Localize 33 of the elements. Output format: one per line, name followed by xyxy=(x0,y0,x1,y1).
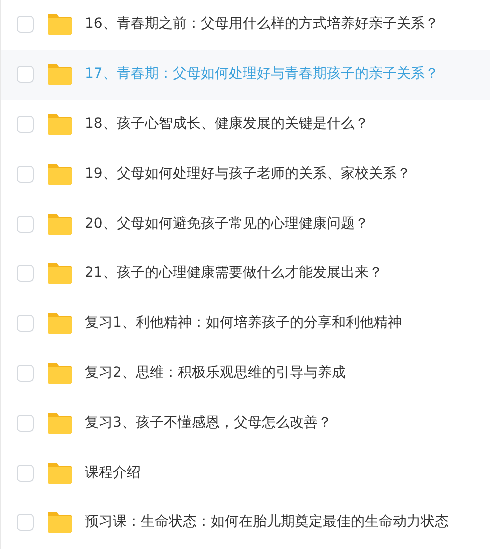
checkbox[interactable] xyxy=(17,464,34,482)
folder-name: 课程介绍 xyxy=(85,464,141,483)
folder-name: 16、青春期之前：父母用什么样的方式培养好亲子关系？ xyxy=(85,15,439,34)
folder-icon xyxy=(47,112,73,136)
folder-name: 18、孩子心智成长、健康发展的关键是什么？ xyxy=(85,114,369,134)
folder-icon xyxy=(47,362,73,385)
folder-name: 预习课：生命状态：如何在胎儿期奠定最佳的生命动力状态 xyxy=(85,513,449,532)
folder-name: 21、孩子的心理健康需要做什么才能发展出来？ xyxy=(85,264,383,284)
folder-name: 19、父母如何处理好与孩子老师的关系、家校关系？ xyxy=(85,164,411,184)
folder-icon xyxy=(47,162,73,186)
folder-name: 复习2、思维：积极乐观思维的引导与养成 xyxy=(85,364,346,383)
folder-icon xyxy=(47,212,73,236)
folder-icon xyxy=(47,412,73,435)
checkbox[interactable] xyxy=(17,216,34,233)
folder-name: 复习1、利他精神：如何培养孩子的分享和利他精神 xyxy=(85,314,402,334)
checkbox[interactable] xyxy=(17,66,34,84)
folder-icon xyxy=(47,262,73,286)
folder-icon xyxy=(47,63,73,86)
checkbox[interactable] xyxy=(17,414,34,432)
folder-name: 17、青春期：父母如何处理好与青春期孩子的亲子关系？ xyxy=(85,65,439,84)
folder-name: 20、父母如何避免孩子常见的心理健康问题？ xyxy=(85,214,369,234)
checkbox[interactable] xyxy=(17,364,34,382)
folder-icon xyxy=(47,511,73,534)
folder-name: 复习3、孩子不懂感恩，父母怎么改善？ xyxy=(85,414,332,433)
folder-icon xyxy=(47,13,73,36)
checkbox[interactable] xyxy=(17,514,34,532)
checkbox[interactable] xyxy=(17,16,34,34)
checkbox[interactable] xyxy=(17,265,34,282)
checkbox[interactable] xyxy=(17,315,34,332)
folder-icon xyxy=(47,312,73,336)
checkbox[interactable] xyxy=(17,116,34,133)
checkbox[interactable] xyxy=(17,166,34,183)
folder-icon xyxy=(47,462,73,485)
